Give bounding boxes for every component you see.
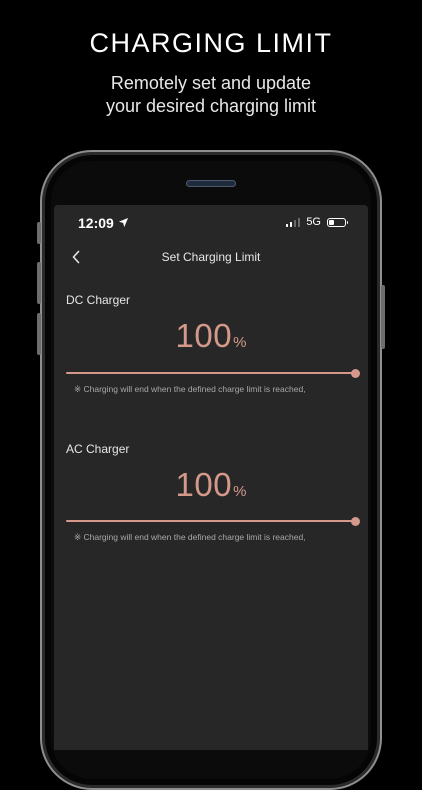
ac-charge-limit-note: ※ Charging will end when the defined cha…: [74, 532, 306, 542]
dc-charge-limit-note: ※ Charging will end when the defined cha…: [74, 384, 306, 394]
dc-charge-limit-number: 100: [175, 317, 233, 354]
dc-charge-limit-value: 100%: [54, 317, 368, 355]
ac-slider-fill: [66, 520, 356, 522]
status-indicators: 5G: [285, 216, 348, 228]
dc-charger-label: DC Charger: [66, 293, 131, 307]
ac-charge-limit-unit: %: [233, 483, 247, 500]
page-title: Set Charging Limit: [161, 250, 261, 264]
ac-charger-label: AC Charger: [66, 442, 130, 456]
dc-slider-fill: [66, 372, 356, 374]
promo-subtitle-line-1: Remotely set and update: [110, 73, 312, 93]
network-type: 5G: [306, 216, 321, 228]
dc-slider-thumb[interactable]: [351, 368, 360, 378]
phone-volume-down-button: [37, 313, 41, 355]
ac-slider-thumb[interactable]: [351, 516, 360, 526]
ac-charge-limit-number: 100: [175, 466, 233, 503]
ac-charge-limit-value: 100%: [54, 466, 368, 504]
phone-volume-up-button: [37, 262, 41, 304]
status-time-text: 12:09: [78, 215, 114, 231]
promo-headline: CHARGING LIMIT: [89, 28, 333, 58]
dc-charge-limit-unit: %: [233, 334, 247, 351]
ac-charge-limit-slider[interactable]: [66, 515, 360, 527]
promo-subtitle-line-2: your desired charging limit: [105, 96, 317, 116]
battery-icon: [327, 217, 348, 227]
phone-silent-switch: [37, 222, 41, 244]
location-arrow-icon: [118, 215, 129, 231]
app-screen: 12:09 5G Set Charging Limit DC Charger 1…: [54, 205, 368, 750]
phone-power-button: [381, 285, 385, 349]
status-time: 12:09: [78, 215, 129, 231]
cellular-signal-icon: [285, 217, 301, 227]
phone-speaker: [186, 180, 236, 187]
promo-subtitle: Remotely set and update your desired cha…: [0, 72, 422, 118]
dc-charge-limit-slider[interactable]: [66, 367, 360, 379]
